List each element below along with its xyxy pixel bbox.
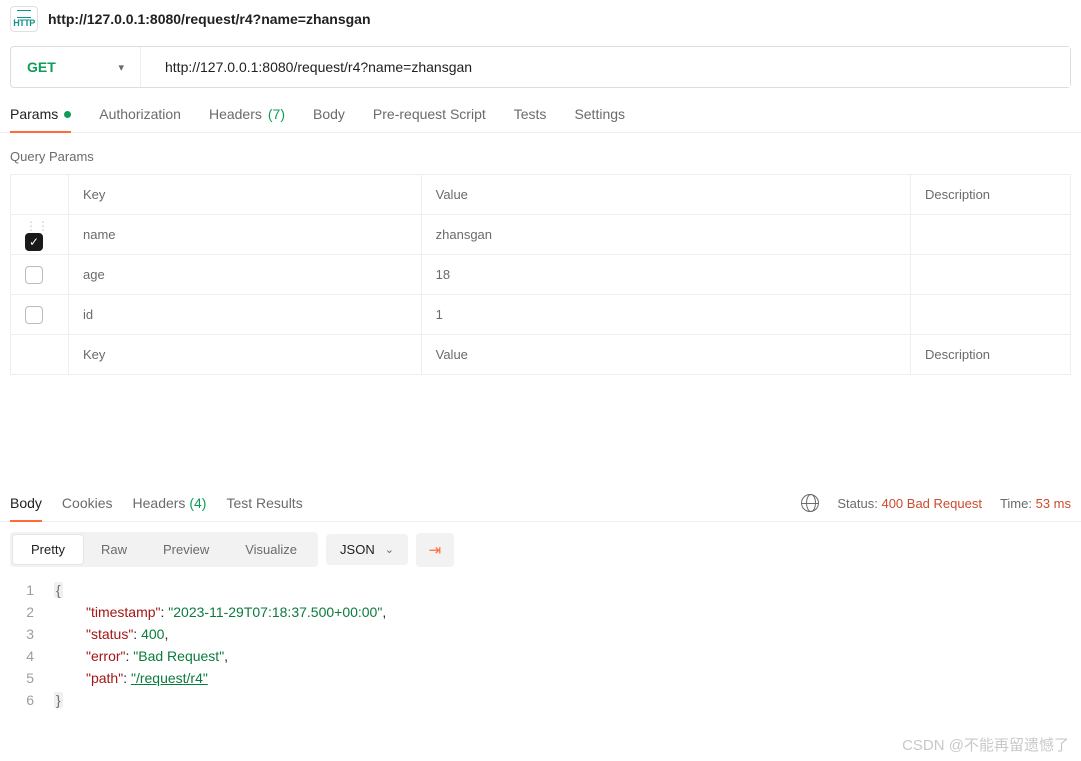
- resp-tab-headers[interactable]: Headers (4): [133, 485, 207, 521]
- view-visualize[interactable]: Visualize: [227, 535, 315, 564]
- method-label: GET: [27, 59, 56, 75]
- url-input[interactable]: [141, 47, 1070, 87]
- tab-params-label: Params: [10, 106, 58, 122]
- table-row[interactable]: age 18: [11, 255, 1071, 295]
- row-checkbox[interactable]: [25, 306, 43, 324]
- view-raw[interactable]: Raw: [83, 535, 145, 564]
- cell-key[interactable]: id: [69, 295, 422, 335]
- query-params-table: Key Value Description ⋮⋮ ✓ name zhansgan…: [10, 174, 1071, 375]
- cell-value-placeholder[interactable]: Value: [421, 335, 910, 375]
- table-row[interactable]: id 1: [11, 295, 1071, 335]
- tab-title: http://127.0.0.1:8080/request/r4?name=zh…: [48, 11, 371, 27]
- format-select[interactable]: JSON ⌄: [326, 534, 408, 565]
- response-meta: Status: 400 Bad Request Time: 53 ms: [801, 494, 1071, 512]
- row-checkbox[interactable]: [25, 266, 43, 284]
- chevron-down-icon: ⌄: [385, 543, 394, 556]
- title-bar: HTTP http://127.0.0.1:8080/request/r4?na…: [0, 0, 1081, 38]
- table-header-row: Key Value Description: [11, 175, 1071, 215]
- response-tabs-row: Body Cookies Headers (4) Test Results St…: [0, 485, 1081, 522]
- request-tabs: Params Authorization Headers (7) Body Pr…: [0, 88, 1081, 133]
- http-icon: HTTP: [10, 6, 38, 32]
- cell-desc[interactable]: [911, 295, 1071, 335]
- request-bar: GET ▾: [10, 46, 1071, 88]
- tab-body[interactable]: Body: [313, 106, 345, 132]
- table-row-new[interactable]: Key Value Description: [11, 335, 1071, 375]
- resp-tab-headers-label: Headers: [133, 495, 186, 511]
- status-block[interactable]: Status: 400 Bad Request: [837, 496, 982, 511]
- cell-desc[interactable]: [911, 215, 1071, 255]
- status-value: 400 Bad Request: [881, 496, 981, 511]
- tab-tests[interactable]: Tests: [514, 106, 547, 132]
- status-label: Status:: [837, 496, 877, 511]
- query-params-label: Query Params: [0, 133, 1081, 174]
- wrap-lines-button[interactable]: ⇥: [416, 533, 454, 567]
- tab-params[interactable]: Params: [10, 106, 71, 132]
- method-select[interactable]: GET ▾: [11, 47, 141, 87]
- cell-value[interactable]: zhansgan: [421, 215, 910, 255]
- cell-desc[interactable]: [911, 255, 1071, 295]
- resp-tab-body[interactable]: Body: [10, 485, 42, 521]
- tab-prerequest[interactable]: Pre-request Script: [373, 106, 486, 132]
- cell-value[interactable]: 1: [421, 295, 910, 335]
- cell-key[interactable]: age: [69, 255, 422, 295]
- row-checkbox[interactable]: ✓: [25, 233, 43, 251]
- table-row[interactable]: ⋮⋮ ✓ name zhansgan: [11, 215, 1071, 255]
- col-description: Description: [911, 175, 1071, 215]
- tab-headers-label: Headers: [209, 106, 262, 122]
- view-mode-segment: Pretty Raw Preview Visualize: [10, 532, 318, 567]
- watermark: CSDN @不能再留遗憾了: [902, 734, 1069, 755]
- cell-key[interactable]: name: [69, 215, 422, 255]
- time-label: Time:: [1000, 496, 1032, 511]
- drag-handle-icon[interactable]: ⋮⋮: [25, 219, 37, 233]
- wrap-icon: ⇥: [429, 541, 442, 559]
- view-pretty[interactable]: Pretty: [13, 535, 83, 564]
- time-value: 53 ms: [1036, 496, 1071, 511]
- col-value: Value: [421, 175, 910, 215]
- tab-headers-count: (7): [268, 106, 285, 122]
- cell-value[interactable]: 18: [421, 255, 910, 295]
- format-label: JSON: [340, 542, 375, 557]
- cell-key-placeholder[interactable]: Key: [69, 335, 422, 375]
- cell-desc-placeholder[interactable]: Description: [911, 335, 1071, 375]
- col-key: Key: [69, 175, 422, 215]
- tab-settings[interactable]: Settings: [574, 106, 625, 132]
- resp-tab-headers-count: (4): [189, 495, 206, 511]
- resp-tab-cookies[interactable]: Cookies: [62, 485, 113, 521]
- response-body[interactable]: 1{ 2"timestamp": "2023-11-29T07:18:37.50…: [0, 577, 1081, 721]
- view-preview[interactable]: Preview: [145, 535, 227, 564]
- params-active-dot-icon: [64, 111, 71, 118]
- time-block[interactable]: Time: 53 ms: [1000, 496, 1071, 511]
- chevron-down-icon: ▾: [118, 61, 124, 74]
- resp-tab-testresults[interactable]: Test Results: [226, 485, 302, 521]
- response-tabs: Body Cookies Headers (4) Test Results: [10, 485, 303, 521]
- globe-icon[interactable]: [801, 494, 819, 512]
- tab-authorization[interactable]: Authorization: [99, 106, 181, 132]
- viewer-bar: Pretty Raw Preview Visualize JSON ⌄ ⇥: [0, 522, 1081, 577]
- tab-headers[interactable]: Headers (7): [209, 106, 285, 132]
